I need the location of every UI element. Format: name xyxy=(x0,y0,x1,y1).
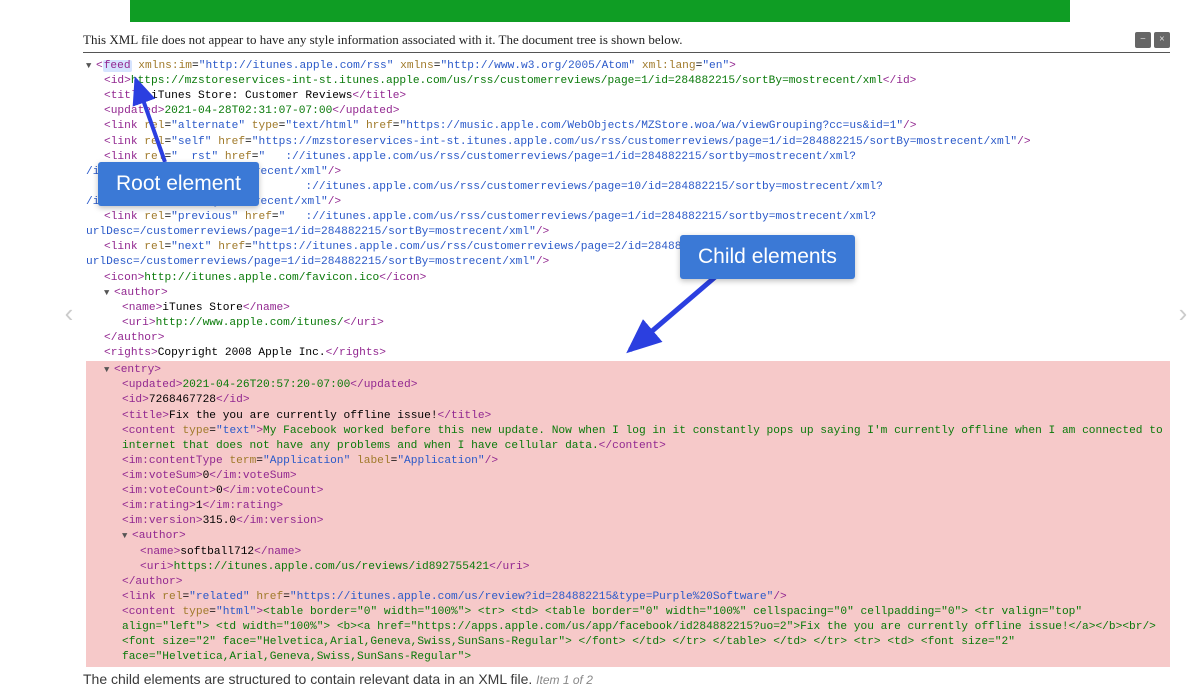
link-prev-cont: urlDesc=/customerreviews/page=1/id=28488… xyxy=(86,225,1170,240)
entry-id: <id>7268467728</id> xyxy=(104,393,1170,408)
entry-rating: <im:rating>1</im:rating> xyxy=(104,499,1170,514)
arrow-root-icon xyxy=(110,70,200,170)
entry-version: <im:version>315.0</im:version> xyxy=(104,514,1170,529)
caret-down-icon[interactable]: ▼ xyxy=(86,60,96,72)
frame-top-bar xyxy=(130,0,1070,22)
caption: The child elements are structured to con… xyxy=(83,667,1170,687)
feed-open-tag: ▼<feed xmlns:im="http://itunes.apple.com… xyxy=(86,59,1170,74)
next-slide-button[interactable]: › xyxy=(1170,300,1196,326)
entry-author-open: ▼<author> xyxy=(104,529,1170,544)
info-controls: − × xyxy=(1135,32,1170,48)
entry-content-html: <content type="html"><table border="0" w… xyxy=(104,605,1170,665)
info-bar: This XML file does not appear to have an… xyxy=(83,32,1170,53)
caption-item-count: Item 1 of 2 xyxy=(536,673,593,687)
id-tag: <id>https://mzstoreservices-int-st.itune… xyxy=(86,74,1170,89)
entry-content-text: <content type="text">My Facebook worked … xyxy=(104,424,1170,454)
entry-block: ▼<entry> <updated>2021-04-26T20:57:20-07… xyxy=(86,361,1170,667)
caret-down-icon[interactable]: ▼ xyxy=(104,364,114,376)
caret-down-icon[interactable]: ▼ xyxy=(122,530,132,542)
callout-child: Child elements xyxy=(680,235,855,279)
entry-votesum: <im:voteSum>0</im:voteSum> xyxy=(104,469,1170,484)
link-alternate: <link rel="alternate" type="text/html" h… xyxy=(86,119,1170,134)
title-tag: <title>iTunes Store: Customer Reviews</t… xyxy=(86,89,1170,104)
caption-text: The child elements are structured to con… xyxy=(83,671,532,687)
entry-updated: <updated>2021-04-26T20:57:20-07:00</upda… xyxy=(104,378,1170,393)
info-text: This XML file does not appear to have an… xyxy=(83,32,683,48)
updated-tag: <updated>2021-04-28T02:31:07-07:00</upda… xyxy=(86,104,1170,119)
entry-title: <title>Fix the you are currently offline… xyxy=(104,409,1170,424)
caret-down-icon[interactable]: ▼ xyxy=(104,287,114,299)
entry-author-close: </author> xyxy=(104,575,1170,590)
prev-slide-button[interactable]: ‹ xyxy=(56,300,82,326)
callout-root: Root element xyxy=(98,162,259,206)
entry-content-type: <im:contentType term="Application" label… xyxy=(104,454,1170,469)
collapse-icon[interactable]: − xyxy=(1135,32,1151,48)
link-next: <link rel="next" href="https://itunes.ap… xyxy=(86,240,1170,255)
link-prev: <link rel="previous" href=" ://itunes.ap… xyxy=(86,210,1170,225)
entry-votecount: <im:voteCount>0</im:voteCount> xyxy=(104,484,1170,499)
link-self: <link rel="self" href="https://mzstorese… xyxy=(86,135,1170,150)
entry-author-name: <name>softball712</name> xyxy=(104,545,1170,560)
entry-link-related: <link rel="related" href="https://itunes… xyxy=(104,590,1170,605)
entry-author-uri: <uri>https://itunes.apple.com/us/reviews… xyxy=(104,560,1170,575)
close-icon[interactable]: × xyxy=(1154,32,1170,48)
